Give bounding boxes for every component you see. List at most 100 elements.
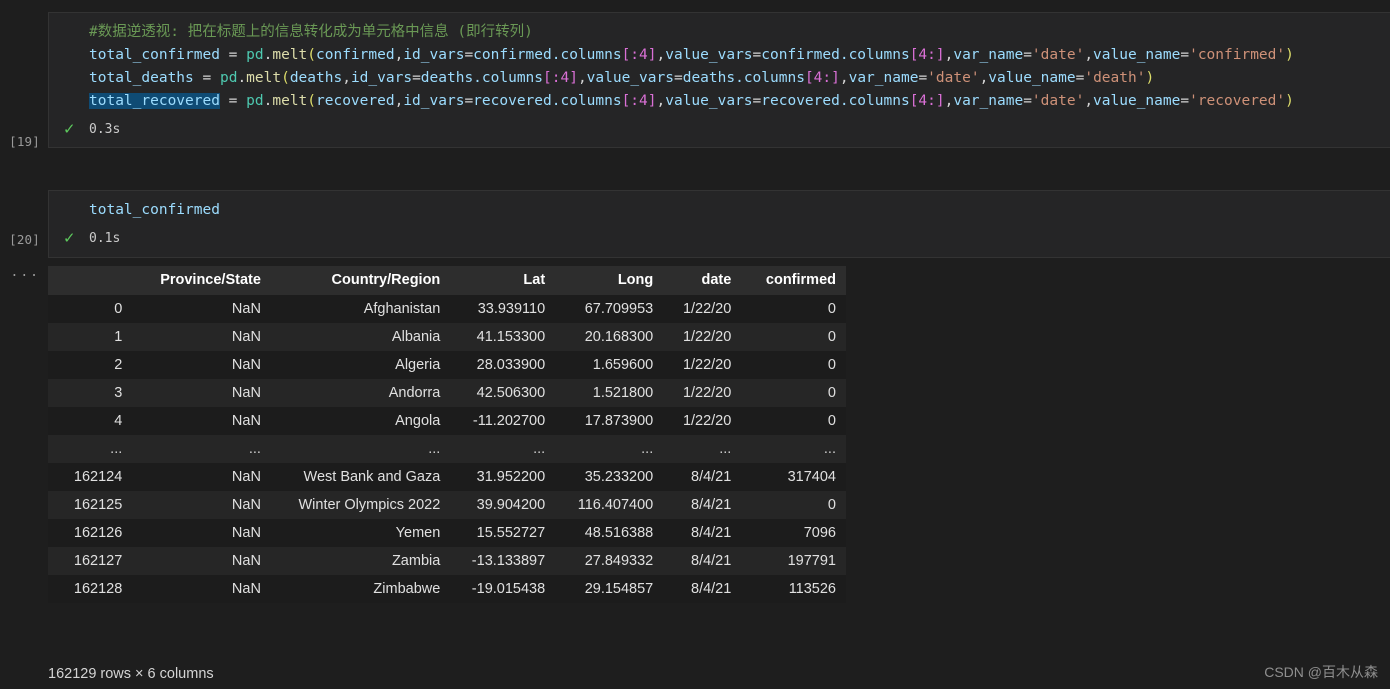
cell-index: 162127 <box>73 553 123 569</box>
cell-index: 162124 <box>73 469 123 485</box>
cell-province: NaN <box>231 301 261 317</box>
table-row: 4 NaN Angola -11.202700 17.873900 1/22/20 0 <box>48 407 846 435</box>
cell-20-runtime: 0.1s <box>89 231 121 246</box>
cell-country: ... <box>428 441 441 457</box>
code-kwarg-valuevars-value: recovered.columns <box>761 93 910 109</box>
check-icon: ✓ <box>63 121 76 138</box>
code-kwarg-idvars: id_vars <box>350 70 413 86</box>
table-row: 3 NaN Andorra 42.506300 1.521800 1/22/20 0 <box>48 379 846 407</box>
code-slice-tail: [4:] <box>909 47 945 63</box>
cell-lat: -19.015438 <box>471 581 546 597</box>
cell-date: 8/4/21 <box>691 581 732 597</box>
code-kwarg-idvars: id_vars <box>403 93 465 109</box>
cell-confirmed: 0 <box>827 385 836 401</box>
table-row: 0 NaN Afghanistan 33.939110 67.709953 1/22/20… <box>48 295 846 323</box>
cell-province: NaN <box>231 329 261 345</box>
cell-index: 0 <box>114 301 123 317</box>
cell-date: 1/22/20 <box>682 301 732 317</box>
code-kwarg-varname: var_name <box>848 70 919 86</box>
cell-long: 1.521800 <box>592 385 654 401</box>
cell-province: ... <box>248 441 261 457</box>
cell-index: 162126 <box>73 525 123 541</box>
cell-country: Algeria <box>395 357 441 373</box>
cell-lat: 33.939110 <box>477 301 546 317</box>
cell-date: 1/22/20 <box>682 357 732 373</box>
cell-province: NaN <box>231 581 261 597</box>
code-function-melt: melt <box>272 47 308 63</box>
code-kwarg-valuename-value: 'confirmed' <box>1189 47 1286 63</box>
code-slice-tail: [4:] <box>909 93 945 109</box>
cell-index: 2 <box>114 357 123 373</box>
cell-country: Afghanistan <box>363 301 441 317</box>
cell-20-code-editor[interactable]: total_confirmed <box>49 191 1390 228</box>
col-header-long: Long <box>555 266 664 295</box>
code-slice-tail: [4:] <box>804 70 840 86</box>
cell-long: 1.659600 <box>592 357 654 373</box>
cell-19-code-editor[interactable]: #数据逆透视: 把在标题上的信息转化成为单元格中信息 (即行转列) total_… <box>49 13 1390 119</box>
code-kwarg-valuename-value: 'death' <box>1084 70 1146 86</box>
cell-long: 35.233200 <box>584 469 654 485</box>
cell-19-body[interactable]: #数据逆透视: 把在标题上的信息转化成为单元格中信息 (即行转列) total_… <box>48 12 1390 148</box>
check-icon: ✓ <box>63 230 76 247</box>
table-row: 162125 NaN Winter Olympics 2022 39.904200 11… <box>48 491 846 519</box>
cell-long: 48.516388 <box>584 525 654 541</box>
cell-province: NaN <box>231 413 261 429</box>
code-variable-total-recovered-selected[interactable]: total_recovered <box>89 93 220 109</box>
cell-lat: 15.552727 <box>476 525 546 541</box>
cell-confirmed: 7096 <box>803 525 836 541</box>
cell-lat: 41.153300 <box>476 329 546 345</box>
dataframe-output-table: Province/State Country/Region Lat Long d… <box>48 266 846 603</box>
code-module-pd: pd <box>246 93 264 109</box>
cell-20-body[interactable]: total_confirmed ✓ 0.1s <box>48 190 1390 258</box>
cell-lat: -13.133897 <box>471 553 546 569</box>
table-row-ellipsis: ..................... <box>48 435 846 463</box>
code-kwarg-valuename-value: 'recovered' <box>1189 93 1286 109</box>
col-header-date: date <box>663 266 742 295</box>
cell-index: 162128 <box>73 581 123 597</box>
cell-confirmed: 317404 <box>787 469 836 485</box>
csdn-watermark: CSDN @百木从森 <box>1264 664 1378 680</box>
cell-long: 67.709953 <box>584 301 654 317</box>
cell-confirmed: 0 <box>827 497 836 513</box>
table-row: 1 NaN Albania 41.153300 20.168300 1/22/20 0 <box>48 323 846 351</box>
cell-lat: 28.033900 <box>476 357 546 373</box>
cell-province: NaN <box>231 469 261 485</box>
cell-country: West Bank and Gaza <box>303 469 441 485</box>
cell-country: Winter Olympics 2022 <box>298 497 441 513</box>
code-kwarg-valuevars-value: deaths.columns <box>682 70 805 86</box>
cell-index: 1 <box>114 329 123 345</box>
code-module-pd: pd <box>246 47 264 63</box>
notebook-page: [19] #数据逆透视: 把在标题上的信息转化成为单元格中信息 (即行转列) t… <box>0 0 1390 689</box>
code-arg-df: recovered <box>316 93 395 109</box>
cell-lat: 42.506300 <box>476 385 546 401</box>
code-arg-df: confirmed <box>316 47 395 63</box>
code-kwarg-valuename: value_name <box>1093 93 1181 109</box>
code-function-melt: melt <box>272 93 308 109</box>
cell-19-runtime: 0.3s <box>89 122 121 137</box>
cell-date: 1/22/20 <box>682 329 732 345</box>
cell-date: 8/4/21 <box>691 497 732 513</box>
cell-country: Yemen <box>395 525 441 541</box>
code-module-pd: pd <box>219 70 238 86</box>
table-header-row: Province/State Country/Region Lat Long d… <box>48 266 846 295</box>
code-kwarg-idvars: id_vars <box>403 47 465 63</box>
cell-date: 1/22/20 <box>682 413 732 429</box>
cell-province: NaN <box>231 553 261 569</box>
table-body: 0 NaN Afghanistan 33.939110 67.709953 1/22/20… <box>48 295 846 603</box>
col-header-index <box>48 266 133 295</box>
cell-province: NaN <box>231 357 261 373</box>
col-header-country-region: Country/Region <box>270 266 451 295</box>
cell-long: 29.154857 <box>584 581 654 597</box>
cell-confirmed: 0 <box>827 329 836 345</box>
table-row: 162124 NaN West Bank and Gaza 31.952200 35.2… <box>48 463 846 491</box>
cell-date: 8/4/21 <box>691 469 732 485</box>
cell-long: 17.873900 <box>584 413 654 429</box>
table-row: 162126 NaN Yemen 15.552727 48.516388 8/4/21 70… <box>48 519 846 547</box>
code-kwarg-valuevars-value: confirmed.columns <box>761 47 910 63</box>
cell-province: NaN <box>231 385 261 401</box>
cell-country: Zambia <box>391 553 441 569</box>
cell-lat: 39.904200 <box>476 497 546 513</box>
code-kwarg-valuevars: value_vars <box>586 70 674 86</box>
cell-index: 3 <box>114 385 123 401</box>
cell-long: 27.849332 <box>584 553 654 569</box>
